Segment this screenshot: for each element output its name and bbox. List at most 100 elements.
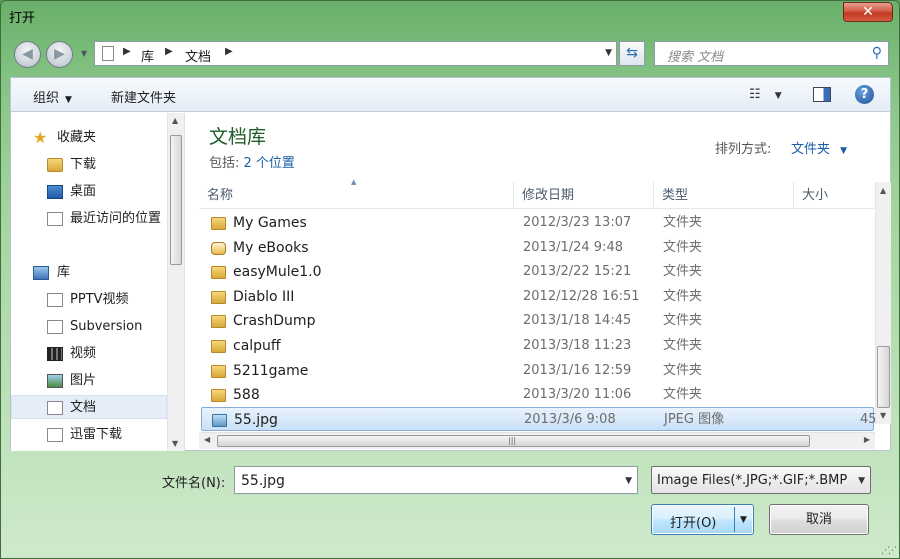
- scroll-down-icon[interactable]: ▼: [880, 411, 886, 420]
- file-type-select[interactable]: Image Files(*.JPG;*.GIF;*.BMP ▼: [651, 466, 871, 494]
- scrollbar-thumb[interactable]: |||: [217, 435, 810, 447]
- chevron-down-icon: ▼: [840, 146, 848, 156]
- file-row[interactable]: Diablo III 2012/12/28 16:51 文件夹: [201, 285, 874, 309]
- preview-pane-icon[interactable]: [813, 87, 831, 102]
- search-input[interactable]: 搜索 文档 ⚲: [654, 41, 889, 66]
- arrange-by-label: 排列方式:: [715, 142, 772, 157]
- breadcrumb-separator-icon[interactable]: ▶: [123, 46, 131, 57]
- organize-button[interactable]: 组织 ▼: [33, 87, 72, 106]
- folder-icon: [211, 340, 226, 353]
- breadcrumb-separator-icon[interactable]: ▶: [225, 46, 233, 57]
- file-name: My Games: [233, 215, 307, 231]
- desktop-icon: [47, 185, 63, 199]
- nav-item-label: 文档: [70, 400, 97, 415]
- folder-icon: [211, 365, 226, 378]
- help-icon[interactable]: ?: [855, 85, 874, 104]
- file-type: 文件夹: [663, 387, 703, 402]
- file-type: 文件夹: [663, 264, 703, 279]
- file-list-vertical-scrollbar[interactable]: ▲ ▼: [875, 182, 891, 424]
- document-icon: [102, 46, 114, 61]
- nav-item-favorites[interactable]: ★ 收藏夹: [11, 126, 167, 150]
- file-row-selected[interactable]: 55.jpg 2013/3/6 9:08 JPEG 图像 45: [201, 407, 877, 431]
- file-name: Diablo III: [233, 289, 295, 305]
- file-row[interactable]: calpuff 2013/3/18 11:23 文件夹: [201, 334, 874, 358]
- file-row[interactable]: 588 2013/3/20 11:06 文件夹: [201, 383, 874, 407]
- file-type: JPEG 图像: [664, 412, 725, 427]
- column-header-name[interactable]: 名称: [199, 182, 514, 209]
- nav-item-recent-places[interactable]: 最近访问的位置: [11, 207, 167, 231]
- forward-button[interactable]: ▶: [46, 41, 73, 68]
- nav-item-libraries[interactable]: 库: [11, 261, 167, 285]
- folder-icon: [211, 217, 226, 230]
- breadcrumb-library[interactable]: 库: [141, 46, 154, 65]
- scrollbar-thumb[interactable]: [170, 135, 182, 265]
- nav-item-downloads[interactable]: 下载: [11, 153, 167, 177]
- file-row[interactable]: My Games 2012/3/23 13:07 文件夹: [201, 211, 874, 235]
- folder-icon: [211, 315, 226, 328]
- refresh-icon: ⇆: [626, 45, 638, 61]
- breadcrumb-separator-icon[interactable]: ▶: [165, 46, 173, 57]
- recent-pages-dropdown-icon[interactable]: ▼: [81, 49, 87, 58]
- nav-item-thunder-downloads[interactable]: 迅雷下载: [11, 423, 167, 447]
- file-modified: 2012/12/28 16:51: [523, 289, 640, 304]
- column-header-size[interactable]: 大小: [794, 182, 874, 209]
- document-library-icon: [47, 428, 63, 442]
- file-row[interactable]: 5211game 2013/1/16 12:59 文件夹: [201, 359, 874, 383]
- file-modified: 2013/1/24 9:48: [523, 240, 623, 255]
- nav-item-label: 迅雷下载: [70, 427, 123, 442]
- nav-item-pptv[interactable]: PPTV视频: [11, 288, 167, 312]
- view-options-button[interactable]: ☷ ▼: [749, 87, 782, 102]
- column-header-type[interactable]: 类型: [654, 182, 794, 209]
- file-type: 文件夹: [663, 338, 703, 353]
- folder-icon: [211, 291, 226, 304]
- library-icon: [33, 266, 49, 280]
- file-list-horizontal-scrollbar[interactable]: ◀ ||| ▶: [199, 432, 875, 449]
- address-history-dropdown-icon[interactable]: ▼: [605, 48, 612, 58]
- scroll-left-icon[interactable]: ◀: [204, 435, 210, 444]
- forward-arrow-icon: ▶: [54, 46, 65, 62]
- close-button[interactable]: ✕: [843, 2, 893, 22]
- scroll-down-icon[interactable]: ▼: [172, 439, 178, 448]
- scroll-up-icon[interactable]: ▲: [172, 116, 178, 125]
- nav-item-documents[interactable]: 文档: [11, 395, 167, 419]
- refresh-button[interactable]: ⇆: [619, 41, 645, 66]
- nav-item-label: Subversion: [70, 319, 143, 334]
- filename-field[interactable]: 55.jpg ▼: [234, 466, 638, 494]
- back-button[interactable]: ◀: [14, 41, 41, 68]
- search-icon[interactable]: ⚲: [872, 45, 882, 61]
- nav-item-label: 库: [57, 265, 71, 280]
- chevron-down-icon[interactable]: ▼: [740, 515, 747, 525]
- nav-item-pictures[interactable]: 图片: [11, 369, 167, 393]
- cancel-button[interactable]: 取消: [769, 504, 869, 535]
- file-modified: 2013/3/18 11:23: [523, 338, 632, 353]
- nav-item-label: 下载: [70, 157, 97, 172]
- arrange-by-dropdown[interactable]: 文件夹 ▼: [791, 138, 847, 157]
- scroll-up-icon[interactable]: ▲: [880, 186, 886, 195]
- file-row[interactable]: easyMule1.0 2013/2/22 15:21 文件夹: [201, 260, 874, 284]
- resize-grip-icon[interactable]: ⋰⋰: [881, 546, 897, 556]
- nav-item-videos[interactable]: 视频: [11, 342, 167, 366]
- open-button-label: 打开(O): [670, 516, 717, 531]
- chevron-down-icon: ▼: [774, 91, 782, 101]
- includes-locations-link[interactable]: 2 个位置: [244, 156, 295, 171]
- scrollbar-thumb[interactable]: [877, 346, 890, 408]
- address-bar[interactable]: ▶ 库 ▶ 文档 ▶ ▼: [94, 41, 617, 66]
- document-library-icon: [47, 293, 63, 307]
- nav-item-subversion[interactable]: Subversion: [11, 315, 167, 339]
- column-header-modified[interactable]: 修改日期: [514, 182, 654, 209]
- file-row[interactable]: CrashDump 2013/1/18 14:45 文件夹: [201, 309, 874, 333]
- back-arrow-icon: ◀: [22, 46, 33, 62]
- new-folder-button[interactable]: 新建文件夹: [111, 87, 176, 106]
- nav-item-label: PPTV视频: [70, 292, 129, 307]
- open-button[interactable]: 打开(O) ▼: [651, 504, 754, 535]
- file-name: 5211game: [233, 363, 309, 379]
- scroll-right-icon[interactable]: ▶: [864, 435, 870, 444]
- chevron-down-icon[interactable]: ▼: [625, 476, 632, 486]
- folder-icon: [211, 389, 226, 402]
- file-row[interactable]: My eBooks 2013/1/24 9:48 文件夹: [201, 236, 874, 260]
- navigation-scrollbar[interactable]: ▲ ▼: [167, 113, 184, 451]
- scrollbar-grip-icon: |||: [508, 436, 517, 445]
- nav-item-desktop[interactable]: 桌面: [11, 180, 167, 204]
- main-panel: 组织 ▼ 新建文件夹 ☷ ▼ ? ★ 收藏夹 下载 桌面 最近访问的位置 库 P…: [10, 77, 891, 451]
- breadcrumb-documents[interactable]: 文档: [185, 46, 211, 65]
